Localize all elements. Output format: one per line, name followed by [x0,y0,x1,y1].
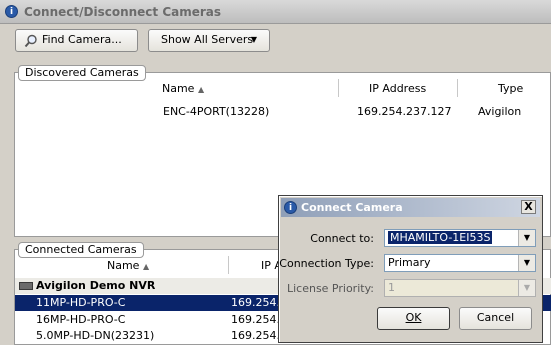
discovered-col-type[interactable]: Type [498,82,523,95]
avigilon-logo-icon: i [284,201,297,214]
connect-to-label: Connect to: [310,232,374,245]
sort-up-icon: ▲ [142,262,150,271]
table-row[interactable]: ENC-4PORT(13228) 169.254.237.127 Avigilo… [15,104,551,120]
chevron-down-icon[interactable]: ▼ [518,255,535,271]
camera-name: 16MP-HD-PRO-C [36,313,126,326]
ok-button[interactable]: OK [377,307,450,330]
column-divider[interactable] [338,79,339,97]
camera-name: ENC-4PORT(13228) [163,105,270,118]
license-priority-value: 1 [388,281,395,294]
close-button[interactable]: X [521,200,536,214]
server-name: Avigilon Demo NVR [36,279,156,292]
search-icon [24,34,37,48]
dialog-title: Connect Camera [301,201,403,214]
camera-type: Avigilon [478,105,522,118]
license-priority-label: License Priority: [286,282,374,295]
avigilon-logo-icon: i [5,5,18,18]
window-title: Connect/Disconnect Cameras [24,5,222,19]
connected-cameras-legend: Connected Cameras [18,242,144,258]
camera-name: 5.0MP-HD-DN(23231) [36,329,155,342]
dialog-titlebar[interactable]: i Connect Camera X [281,198,540,217]
chevron-down-icon: ▼ [518,280,535,296]
find-camera-label: Find Camera... [42,33,122,46]
column-divider[interactable] [457,79,458,97]
license-priority-select: 1 ▼ [384,279,536,297]
discovered-cameras-legend: Discovered Cameras [18,65,146,81]
show-all-servers-label: Show All Servers [161,33,254,46]
connect-camera-dialog: i Connect Camera X Connect to: MHAMILTO-… [278,195,543,343]
connection-type-value: Primary [388,256,431,269]
window-titlebar: i Connect/Disconnect Cameras [0,0,551,24]
find-camera-button[interactable]: Find Camera... [15,29,138,52]
connect-to-select[interactable]: MHAMILTO-1EI53S ▼ [384,229,536,247]
connection-type-label: Connection Type: [279,257,374,270]
sort-up-icon: ▲ [197,85,205,94]
chevron-down-icon[interactable]: ▼ [518,230,535,246]
server-icon [19,282,33,290]
camera-name: 11MP-HD-PRO-C [36,296,126,309]
connection-type-select[interactable]: Primary ▼ [384,254,536,272]
camera-ip: 169.254.237.127 [357,105,452,118]
cancel-button[interactable]: Cancel [459,307,532,330]
dropdown-arrow-icon: ▼ [250,35,257,44]
discovered-col-ip[interactable]: IP Address [369,82,426,95]
column-divider[interactable] [228,256,229,274]
show-all-servers-button[interactable]: Show All Servers ▼ [148,29,270,52]
discovered-col-name[interactable]: Name ▲ [162,82,204,95]
connect-to-value: MHAMILTO-1EI53S [386,230,494,245]
connected-col-name[interactable]: Name ▲ [107,259,149,272]
